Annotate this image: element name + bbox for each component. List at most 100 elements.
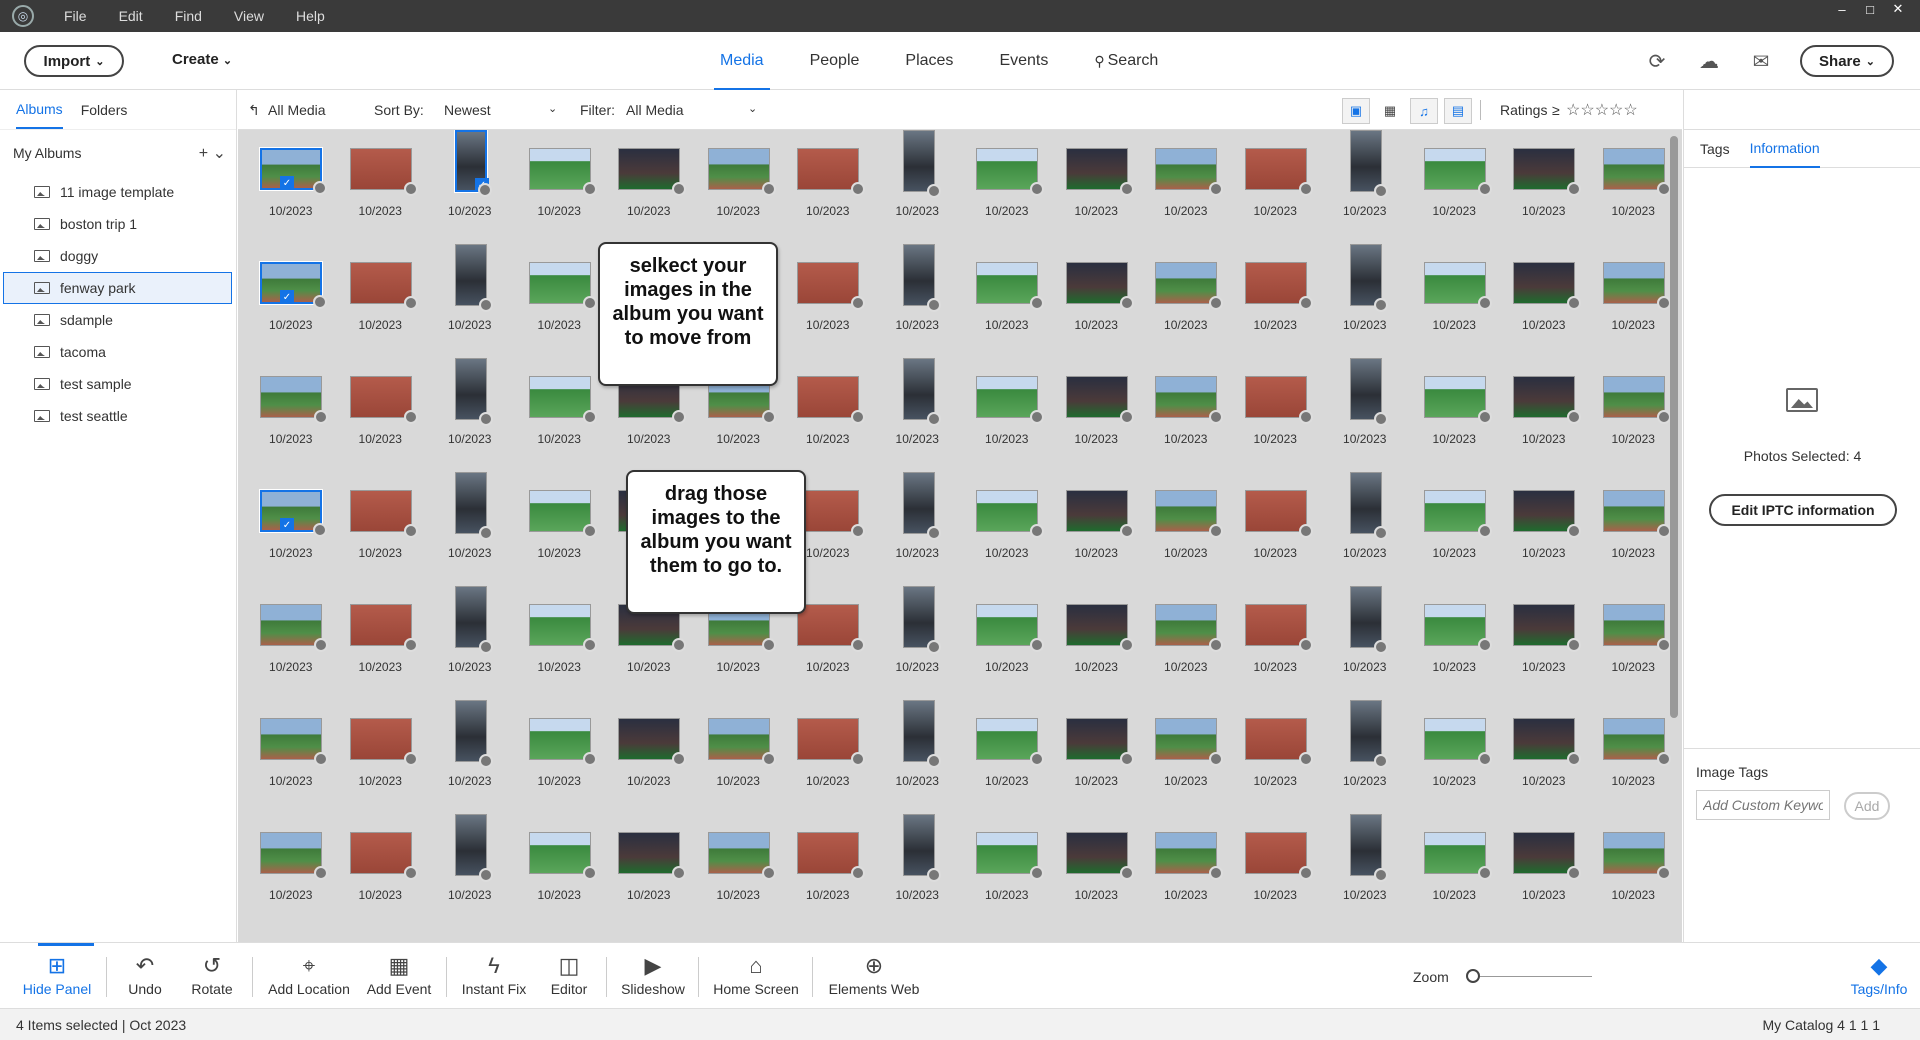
media-thumbnail-cell[interactable]: 10/2023 <box>1410 600 1500 714</box>
media-thumbnail[interactable] <box>902 700 941 768</box>
media-thumbnail-cell[interactable]: ✓ 10/2023 <box>246 486 336 600</box>
media-thumbnail[interactable] <box>1350 472 1388 540</box>
media-thumbnail[interactable] <box>349 490 418 538</box>
media-thumbnail-cell[interactable]: 10/2023 <box>336 828 426 942</box>
album-item[interactable]: tacoma <box>0 336 236 368</box>
edit-iptc-button[interactable]: Edit IPTC information <box>1709 494 1897 526</box>
media-thumbnail-cell[interactable]: 10/2023 <box>1052 600 1142 714</box>
media-thumbnail[interactable] <box>1350 814 1388 882</box>
media-thumbnail-cell[interactable]: 10/2023 <box>336 144 426 258</box>
media-thumbnail-cell[interactable]: 10/2023 <box>515 828 605 942</box>
media-thumbnail[interactable] <box>1350 586 1388 654</box>
media-thumbnail-cell[interactable]: 10/2023 <box>1231 144 1321 258</box>
media-thumbnail-cell[interactable]: 10/2023 <box>1052 144 1142 258</box>
media-thumbnail[interactable] <box>1350 244 1388 312</box>
undo-button[interactable]: ↶ Undo <box>124 951 166 1007</box>
media-thumbnail[interactable] <box>902 130 941 198</box>
media-thumbnail-cell[interactable]: 10/2023 <box>246 828 336 942</box>
media-thumbnail-cell[interactable]: 10/2023 <box>604 714 694 828</box>
media-thumbnail-cell[interactable]: 10/2023 <box>783 714 873 828</box>
media-thumbnail-cell[interactable]: 10/2023 <box>1589 600 1679 714</box>
media-thumbnail[interactable] <box>1513 718 1581 766</box>
media-thumbnail[interactable] <box>902 586 941 654</box>
media-thumbnail-cell[interactable]: 10/2023 <box>694 600 784 714</box>
media-thumbnail[interactable] <box>1155 262 1223 310</box>
maximize-icon[interactable]: □ <box>1856 0 1884 18</box>
media-thumbnail[interactable] <box>349 262 418 310</box>
media-thumbnail-cell[interactable]: 10/2023 <box>336 486 426 600</box>
media-thumbnail-cell[interactable]: 10/2023 <box>1231 372 1321 486</box>
projects-view-icon[interactable]: ▤ <box>1444 98 1472 124</box>
media-thumbnail[interactable] <box>1513 832 1581 880</box>
video-view-icon[interactable]: ▦ <box>1376 98 1404 124</box>
media-thumbnail[interactable] <box>1244 262 1313 310</box>
media-thumbnail-cell[interactable]: 10/2023 <box>873 244 963 372</box>
tab-search[interactable]: ⚲ Search <box>1094 32 1158 90</box>
media-thumbnail-cell[interactable]: 10/2023 <box>962 600 1052 714</box>
media-thumbnail-cell[interactable]: 10/2023 <box>515 258 605 372</box>
media-thumbnail-cell[interactable]: 10/2023 <box>1589 144 1679 258</box>
media-thumbnail[interactable] <box>1602 490 1671 538</box>
menu-find[interactable]: Find <box>175 8 202 24</box>
tab-information[interactable]: Information <box>1749 130 1820 168</box>
tab-tags[interactable]: Tags <box>1700 131 1730 167</box>
media-thumbnail[interactable] <box>455 586 493 654</box>
media-thumbnail-cell[interactable]: 10/2023 <box>783 258 873 372</box>
media-thumbnail-cell[interactable]: 10/2023 <box>873 358 963 486</box>
checkmark-icon[interactable]: ✓ <box>280 518 294 532</box>
share-button[interactable]: Share ⌄ <box>1800 45 1894 77</box>
media-thumbnail[interactable] <box>797 604 865 652</box>
media-thumbnail[interactable] <box>1244 718 1313 766</box>
media-thumbnail-cell[interactable]: 10/2023 <box>336 714 426 828</box>
media-thumbnail-cell[interactable]: 10/2023 <box>246 714 336 828</box>
media-thumbnail[interactable] <box>902 358 941 426</box>
media-thumbnail-cell[interactable]: 10/2023 <box>425 472 515 600</box>
home-screen-button[interactable]: ⌂ Home Screen <box>706 951 806 1007</box>
media-thumbnail[interactable] <box>1065 262 1134 310</box>
media-thumbnail-cell[interactable]: ✓ 10/2023 <box>425 130 515 258</box>
media-thumbnail-cell[interactable]: 10/2023 <box>425 586 515 714</box>
media-thumbnail-cell[interactable]: 10/2023 <box>1410 714 1500 828</box>
media-thumbnail[interactable] <box>455 244 493 312</box>
media-thumbnail[interactable] <box>902 814 941 882</box>
tab-media[interactable]: Media <box>714 32 770 90</box>
media-thumbnail[interactable] <box>528 832 597 880</box>
media-thumbnail[interactable] <box>707 832 776 880</box>
media-thumbnail[interactable] <box>1513 262 1581 310</box>
tab-events[interactable]: Events <box>999 32 1048 90</box>
media-thumbnail-cell[interactable]: 10/2023 <box>694 372 784 486</box>
media-thumbnail-cell[interactable]: 10/2023 <box>246 372 336 486</box>
media-thumbnail[interactable] <box>707 718 776 766</box>
audio-view-icon[interactable]: ♫ <box>1410 98 1438 124</box>
media-thumbnail[interactable] <box>1423 490 1492 538</box>
media-thumbnail[interactable] <box>976 376 1044 424</box>
import-button[interactable]: Import ⌄ <box>24 45 124 77</box>
media-thumbnail-cell[interactable]: 10/2023 <box>515 714 605 828</box>
media-thumbnail-cell[interactable]: 10/2023 <box>1499 258 1589 372</box>
media-thumbnail[interactable] <box>797 832 865 880</box>
star-rating-filter[interactable]: ☆☆☆☆☆ <box>1566 100 1638 120</box>
media-thumbnail-cell[interactable]: 10/2023 <box>873 700 963 828</box>
tab-folders[interactable]: Folders <box>81 92 128 128</box>
media-thumbnail-cell[interactable]: 10/2023 <box>962 144 1052 258</box>
media-thumbnail[interactable] <box>976 148 1044 196</box>
media-thumbnail[interactable] <box>528 718 597 766</box>
media-thumbnail[interactable] <box>976 604 1044 652</box>
media-thumbnail[interactable] <box>1350 358 1388 426</box>
zoom-slider-handle[interactable] <box>1466 969 1480 983</box>
tab-albums[interactable]: Albums <box>16 91 63 129</box>
sync-icon[interactable]: ⟳ <box>1644 48 1670 74</box>
media-thumbnail-cell[interactable]: 10/2023 <box>1589 828 1679 942</box>
media-thumbnail-cell[interactable]: 10/2023 <box>515 372 605 486</box>
menu-help[interactable]: Help <box>296 8 325 24</box>
media-thumbnail[interactable] <box>349 832 418 880</box>
media-thumbnail-cell[interactable]: 10/2023 <box>1320 130 1410 258</box>
media-thumbnail[interactable] <box>976 490 1044 538</box>
sort-select[interactable]: Newest <box>444 102 491 118</box>
media-thumbnail[interactable] <box>349 718 418 766</box>
media-thumbnail-cell[interactable]: 10/2023 <box>1410 144 1500 258</box>
media-thumbnail-cell[interactable]: 10/2023 <box>1499 372 1589 486</box>
media-thumbnail-cell[interactable]: 10/2023 <box>873 472 963 600</box>
media-thumbnail[interactable] <box>1065 148 1134 196</box>
album-item[interactable]: test sample <box>0 368 236 400</box>
